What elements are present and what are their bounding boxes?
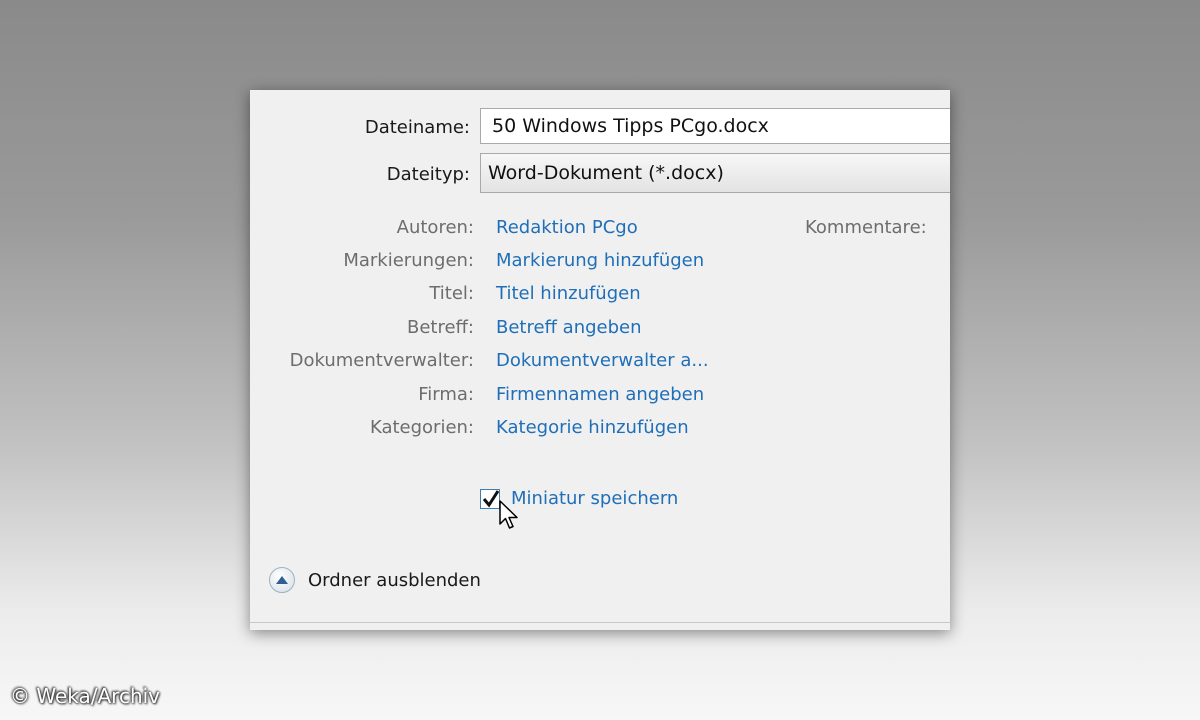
- filename-input[interactable]: [480, 108, 950, 144]
- authors-label: Autoren:: [396, 217, 474, 238]
- copyright-watermark: © Weka/Archiv: [10, 684, 161, 708]
- thumbnail-checkbox[interactable]: [480, 489, 500, 509]
- subject-label: Betreff:: [406, 317, 474, 338]
- chevron-up-circle-icon: [269, 567, 295, 593]
- categories-label: Kategorien:: [369, 417, 474, 438]
- categories-link[interactable]: Kategorie hinzufügen: [496, 417, 689, 438]
- title-label: Titel:: [429, 283, 474, 304]
- filetype-label: Dateityp:: [386, 164, 470, 185]
- company-link[interactable]: Firmennamen angeben: [496, 384, 704, 405]
- mouse-pointer-icon: [499, 500, 518, 529]
- comments-label: Kommentare:: [805, 217, 927, 238]
- filetype-select[interactable]: Word-Dokument (*.docx): [480, 153, 950, 193]
- thumbnail-label[interactable]: Miniatur speichern: [511, 488, 678, 509]
- manager-link[interactable]: Dokumentverwalter a...: [496, 350, 709, 371]
- title-link[interactable]: Titel hinzufügen: [496, 283, 641, 304]
- subject-link[interactable]: Betreff angeben: [496, 317, 642, 338]
- company-label: Firma:: [418, 384, 474, 405]
- filename-label: Dateiname:: [364, 117, 470, 138]
- manager-label: Dokumentverwalter:: [289, 350, 474, 371]
- tags-link[interactable]: Markierung hinzufügen: [496, 250, 704, 271]
- authors-link[interactable]: Redaktion PCgo: [496, 217, 638, 238]
- tags-label: Markierungen:: [343, 250, 474, 271]
- save-as-dialog: Dateiname: Dateityp: Word-Dokument (*.do…: [250, 90, 950, 630]
- hide-folders-label: Ordner ausblenden: [308, 569, 481, 591]
- checkmark-icon: [482, 490, 500, 508]
- hide-folders-toggle[interactable]: Ordner ausblenden: [269, 566, 481, 594]
- divider: [250, 622, 950, 623]
